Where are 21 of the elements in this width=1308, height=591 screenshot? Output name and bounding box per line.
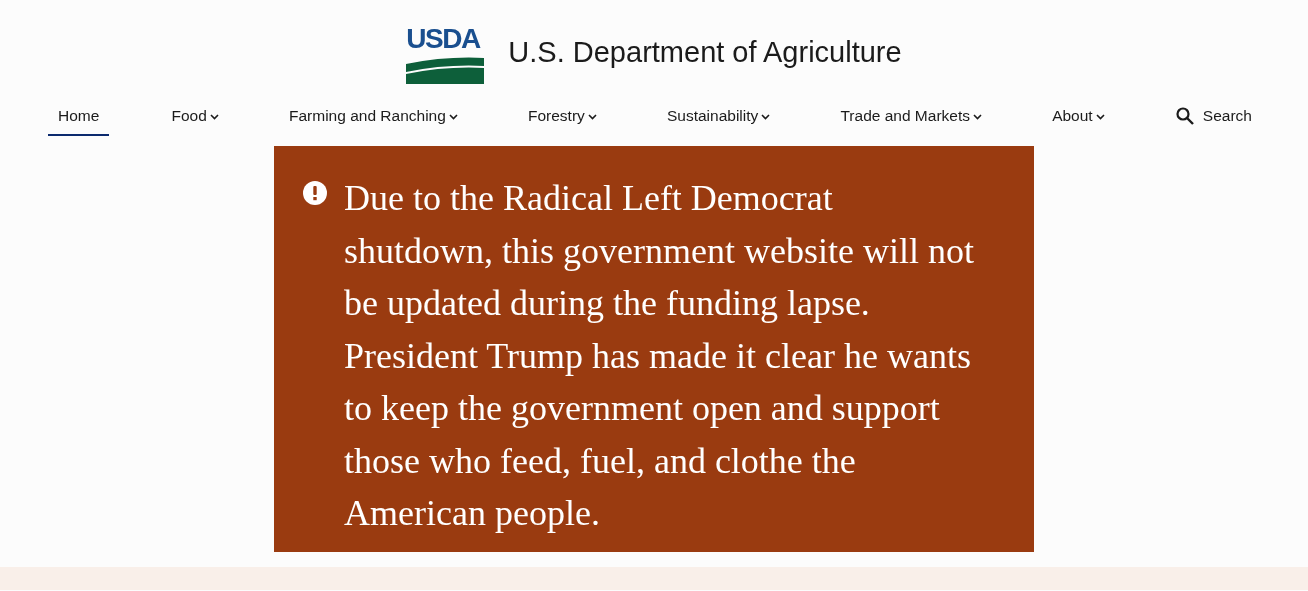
nav-tab[interactable]: Trade and Markets: [832, 100, 990, 136]
caret-icon: [973, 114, 982, 121]
field-icon: [406, 55, 485, 84]
logo-text: USDA: [406, 21, 482, 56]
warning-icon: [302, 180, 328, 206]
caret-icon: [761, 114, 771, 121]
caret-icon: [1095, 114, 1105, 121]
caret-icon: [209, 114, 219, 121]
caret-icon: [448, 114, 458, 121]
search-button[interactable]: Search: [1166, 100, 1260, 136]
nav-tab[interactable]: Sustainability: [659, 100, 779, 136]
nav-tab[interactable]: Forestry: [520, 100, 605, 136]
usda-logo[interactable]: USDA: [406, 21, 485, 84]
search-icon: [1174, 106, 1195, 126]
alert-message: Due to the Radical Left Democrat shutdown, this government website will not be updated during the funding lapse. President Trump has made it clear he wants to keep the government open and support those who feed, fuel, and clothe the American people.: [344, 177, 975, 535]
nav-tab[interactable]: Home: [48, 100, 110, 136]
nav-tab[interactable]: Food: [163, 100, 227, 136]
nav-tab[interactable]: About: [1044, 100, 1113, 136]
caret-icon: [587, 114, 597, 121]
site-title: U.S. Department of Agriculture: [508, 34, 902, 70]
nav-tab[interactable]: Farming and Ranching: [281, 100, 466, 136]
